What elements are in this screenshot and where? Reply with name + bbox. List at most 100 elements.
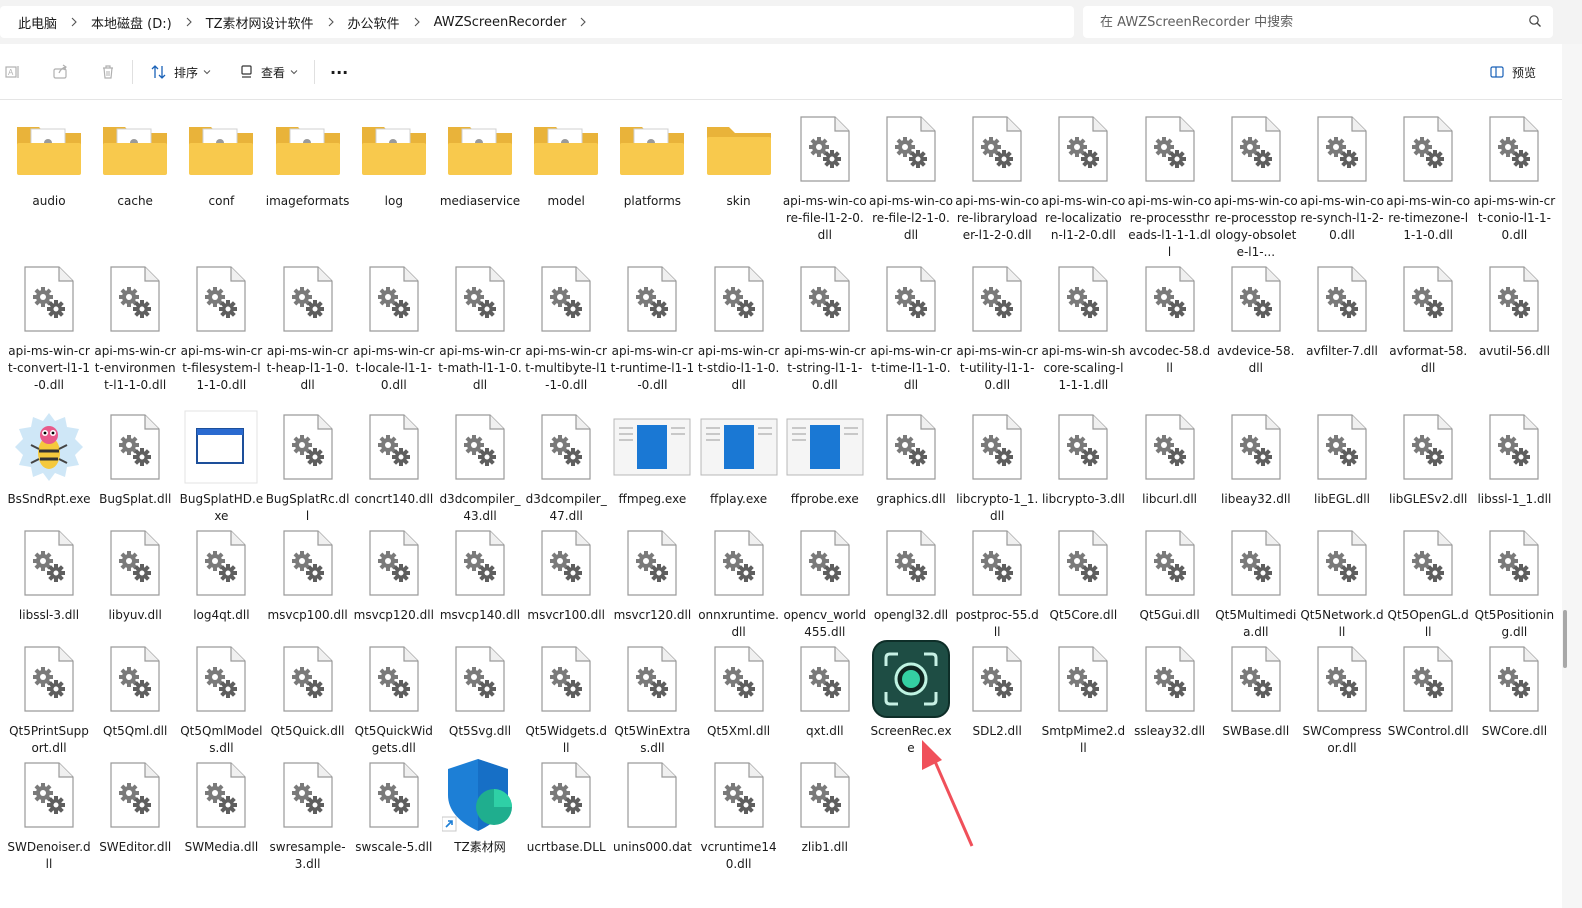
file-item[interactable]: api-ms-win-core-file-l2-1-0.dll	[868, 109, 954, 261]
file-item[interactable]: SWCore.dll	[1471, 639, 1557, 791]
breadcrumb[interactable]: 此电脑 本地磁盘 (D:) TZ素材网设计软件 办公软件 AWZScreenRecord…	[0, 6, 1074, 38]
file-item[interactable]: SWBase.dll	[1213, 639, 1299, 791]
preview-label: 预览	[1512, 65, 1537, 80]
file-item[interactable]: api-ms-win-crt-runtime-l1-1-0.dll	[609, 259, 695, 411]
chevron-right-icon[interactable]	[320, 14, 342, 30]
file-item[interactable]: conf	[178, 109, 264, 261]
rename-icon[interactable]: A	[4, 58, 22, 86]
file-item[interactable]: cache	[92, 109, 178, 261]
file-name: libeay32.dll	[1221, 492, 1291, 506]
preview-pane-button[interactable]: 预览	[1489, 58, 1536, 86]
file-item[interactable]: ssleay32.dll	[1127, 639, 1213, 791]
file-item[interactable]: api-ms-win-core-localization-l1-2-0.dll	[1040, 109, 1126, 261]
file-item[interactable]: platforms	[609, 109, 695, 261]
breadcrumb-item[interactable]: 办公软件	[342, 13, 406, 32]
file-item[interactable]: api-ms-win-core-libraryloader-l1-2-0.dll	[954, 109, 1040, 261]
file-item[interactable]: api-ms-win-crt-string-l1-1-0.dll	[782, 259, 868, 411]
file-item[interactable]: ucrtbase.DLL	[523, 755, 609, 907]
view-button[interactable]: 查看	[239, 58, 299, 86]
chevron-right-icon[interactable]	[572, 14, 594, 30]
dll-icon	[526, 259, 606, 339]
file-item[interactable]: SWMedia.dll	[178, 755, 264, 907]
chevron-right-icon[interactable]	[406, 14, 428, 30]
file-item[interactable]: zlib1.dll	[782, 755, 868, 907]
file-name: SWDenoiser.dll	[7, 840, 91, 871]
file-item[interactable]: api-ms-win-core-synch-l1-2-0.dll	[1299, 109, 1385, 261]
file-item[interactable]: unins000.dat	[609, 755, 695, 907]
scrollbar-thumb[interactable]	[1563, 610, 1567, 668]
file-name: ffmpeg.exe	[618, 492, 687, 506]
file-item[interactable]: api-ms-win-crt-locale-l1-1-0.dll	[351, 259, 437, 411]
file-item[interactable]: api-ms-win-crt-math-l1-1-0.dll	[437, 259, 523, 411]
breadcrumb-item[interactable]: AWZScreenRecorder	[428, 15, 573, 30]
file-item[interactable]: avcodec-58.dll	[1127, 259, 1213, 411]
file-name: Qt5QmlModels.dll	[180, 724, 263, 755]
file-item[interactable]: api-ms-win-shcore-scaling-l1-1-1.dll	[1040, 259, 1126, 411]
search-icon[interactable]	[1528, 13, 1542, 32]
search-input[interactable]	[1098, 13, 1528, 31]
file-item[interactable]: imageformats	[265, 109, 351, 261]
file-item[interactable]: SmtpMime2.dll	[1040, 639, 1126, 791]
folder-doc-icon	[354, 109, 434, 189]
file-name: Qt5Positioning.dll	[1474, 608, 1555, 639]
file-name: avformat-58.dll	[1389, 344, 1468, 375]
search-box[interactable]	[1083, 6, 1553, 38]
file-item[interactable]: swresample-3.dll	[265, 755, 351, 907]
dll-icon	[526, 755, 606, 835]
file-item[interactable]: avfilter-7.dll	[1299, 259, 1385, 411]
file-item[interactable]: api-ms-win-crt-conio-l1-1-0.dll	[1471, 109, 1557, 261]
file-item[interactable]: api-ms-win-core-processtopology-obsolete…	[1213, 109, 1299, 261]
file-name: audio	[32, 194, 66, 208]
file-item[interactable]: api-ms-win-crt-multibyte-l1-1-0.dll	[523, 259, 609, 411]
file-item[interactable]: log	[351, 109, 437, 261]
file-name: api-ms-win-core-file-l2-1-0.dll	[869, 194, 953, 242]
file-name: platforms	[623, 194, 682, 208]
dll-icon	[871, 109, 951, 189]
file-item[interactable]: SWControl.dll	[1385, 639, 1471, 791]
file-item[interactable]: api-ms-win-crt-time-l1-1-0.dll	[868, 259, 954, 411]
file-item[interactable]: mediaservice	[437, 109, 523, 261]
vertical-scrollbar[interactable]	[1562, 44, 1582, 908]
sort-button[interactable]: 排序	[150, 58, 212, 86]
file-item[interactable]: api-ms-win-crt-filesystem-l1-1-0.dll	[178, 259, 264, 411]
more-options-button[interactable]: ···	[330, 58, 348, 86]
file-item[interactable]: api-ms-win-crt-convert-l1-1-0.dll	[6, 259, 92, 411]
file-item[interactable]: api-ms-win-crt-utility-l1-1-0.dll	[954, 259, 1040, 411]
folder-doc-icon	[268, 109, 348, 189]
file-item[interactable]: SWCompressor.dll	[1299, 639, 1385, 791]
file-name: msvcr100.dll	[527, 608, 605, 622]
file-item[interactable]: avdevice-58.dll	[1213, 259, 1299, 411]
file-name: ssleay32.dll	[1134, 724, 1206, 738]
file-item[interactable]: swscale-5.dll	[351, 755, 437, 907]
file-item[interactable]: api-ms-win-crt-heap-l1-1-0.dll	[265, 259, 351, 411]
file-item[interactable]: TZ素材网	[437, 755, 523, 907]
dll-icon	[354, 259, 434, 339]
file-item[interactable]: api-ms-win-core-file-l1-2-0.dll	[782, 109, 868, 261]
dll-icon	[440, 639, 520, 719]
file-name: libssl-3.dll	[18, 608, 80, 622]
file-item[interactable]: avformat-58.dll	[1385, 259, 1471, 411]
file-item[interactable]: SWEditor.dll	[92, 755, 178, 907]
delete-icon[interactable]	[99, 58, 117, 86]
file-item[interactable]: audio	[6, 109, 92, 261]
breadcrumb-item[interactable]: 此电脑	[12, 13, 63, 32]
breadcrumb-item[interactable]: TZ素材网设计软件	[200, 13, 320, 32]
dll-icon	[526, 407, 606, 487]
file-item[interactable]: SWDenoiser.dll	[6, 755, 92, 907]
file-name: SWControl.dll	[1387, 724, 1469, 738]
file-name: Qt5Gui.dll	[1139, 608, 1200, 622]
file-item[interactable]: vcruntime140.dll	[696, 755, 782, 907]
file-item[interactable]: api-ms-win-crt-stdio-l1-1-0.dll	[696, 259, 782, 411]
chevron-right-icon[interactable]	[178, 14, 200, 30]
file-item[interactable]: api-ms-win-core-timezone-l1-1-0.dll	[1385, 109, 1471, 261]
file-item[interactable]: api-ms-win-core-processthreads-l1-1-1.dl…	[1127, 109, 1213, 261]
file-item[interactable]: api-ms-win-crt-environment-l1-1-0.dll	[92, 259, 178, 411]
dll-icon	[1216, 109, 1296, 189]
breadcrumb-item[interactable]: 本地磁盘 (D:)	[85, 13, 178, 32]
file-item[interactable]: avutil-56.dll	[1471, 259, 1557, 411]
file-item[interactable]: model	[523, 109, 609, 261]
chevron-right-icon[interactable]	[63, 14, 85, 30]
file-name: Qt5Xml.dll	[707, 724, 771, 738]
file-item[interactable]: skin	[696, 109, 782, 261]
share-icon[interactable]	[52, 58, 70, 86]
